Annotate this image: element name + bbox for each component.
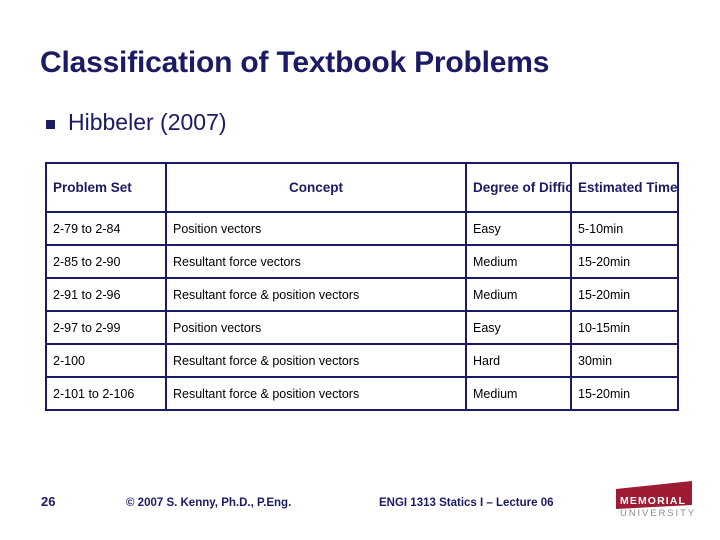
cell-concept: Resultant force & position vectors xyxy=(165,343,467,378)
cell-time: 5-10min xyxy=(570,211,679,246)
cell-concept: Resultant force & position vectors xyxy=(165,277,467,312)
table-row: 2-100 Resultant force & position vectors… xyxy=(45,343,679,378)
table-row: 2-97 to 2-99 Position vectors Easy 10-15… xyxy=(45,310,679,345)
cell-difficulty: Medium xyxy=(465,376,572,411)
cell-difficulty: Easy xyxy=(465,310,572,345)
cell-difficulty: Medium xyxy=(465,277,572,312)
cell-difficulty: Easy xyxy=(465,211,572,246)
cell-time: 10-15min xyxy=(570,310,679,345)
table-header: Problem Set Concept Degree of Difficulty… xyxy=(45,162,679,213)
cell-problem-set: 2-91 to 2-96 xyxy=(45,277,167,312)
cell-problem-set: 2-101 to 2-106 xyxy=(45,376,167,411)
course-label: ENGI 1313 Statics I – Lecture 06 xyxy=(379,497,554,509)
bullet-item-hibbeler: Hibbeler (2007) xyxy=(46,111,227,134)
cell-time: 15-20min xyxy=(570,277,679,312)
column-header-problem-set: Problem Set xyxy=(45,162,167,213)
column-header-concept: Concept xyxy=(165,162,467,213)
cell-concept: Resultant force vectors xyxy=(165,244,467,279)
memorial-university-logo: MEMORIAL UNIVERSITY xyxy=(614,479,694,519)
bullet-item-label: Hibbeler (2007) xyxy=(68,109,227,135)
logo-wordmark-university: UNIVERSITY xyxy=(620,508,694,519)
page-title: Classification of Textbook Problems xyxy=(40,46,550,79)
logo-wordmark-memorial: MEMORIAL xyxy=(620,495,686,507)
column-header-time: Estimated Time xyxy=(570,162,679,213)
cell-time: 30min xyxy=(570,343,679,378)
cell-time: 15-20min xyxy=(570,244,679,279)
column-header-difficulty: Degree of Difficulty xyxy=(465,162,572,213)
cell-difficulty: Medium xyxy=(465,244,572,279)
cell-problem-set: 2-97 to 2-99 xyxy=(45,310,167,345)
table-row: 2-101 to 2-106 Resultant force & positio… xyxy=(45,376,679,411)
cell-concept: Position vectors xyxy=(165,310,467,345)
table-row: 2-79 to 2-84 Position vectors Easy 5-10m… xyxy=(45,211,679,246)
square-bullet-icon xyxy=(46,120,55,129)
table-body: 2-79 to 2-84 Position vectors Easy 5-10m… xyxy=(45,211,679,411)
table-row: 2-85 to 2-90 Resultant force vectors Med… xyxy=(45,244,679,279)
problem-classification-table: Problem Set Concept Degree of Difficulty… xyxy=(45,162,679,411)
table-header-row: Problem Set Concept Degree of Difficulty… xyxy=(45,162,679,213)
table-row: 2-91 to 2-96 Resultant force & position … xyxy=(45,277,679,312)
copyright-text: © 2007 S. Kenny, Ph.D., P.Eng. xyxy=(126,497,292,509)
slide-canvas: Classification of Textbook Problems Hibb… xyxy=(0,0,720,540)
cell-problem-set: 2-85 to 2-90 xyxy=(45,244,167,279)
cell-concept: Resultant force & position vectors xyxy=(165,376,467,411)
cell-concept: Position vectors xyxy=(165,211,467,246)
cell-difficulty: Hard xyxy=(465,343,572,378)
cell-problem-set: 2-79 to 2-84 xyxy=(45,211,167,246)
cell-time: 15-20min xyxy=(570,376,679,411)
cell-problem-set: 2-100 xyxy=(45,343,167,378)
page-number: 26 xyxy=(41,494,56,509)
